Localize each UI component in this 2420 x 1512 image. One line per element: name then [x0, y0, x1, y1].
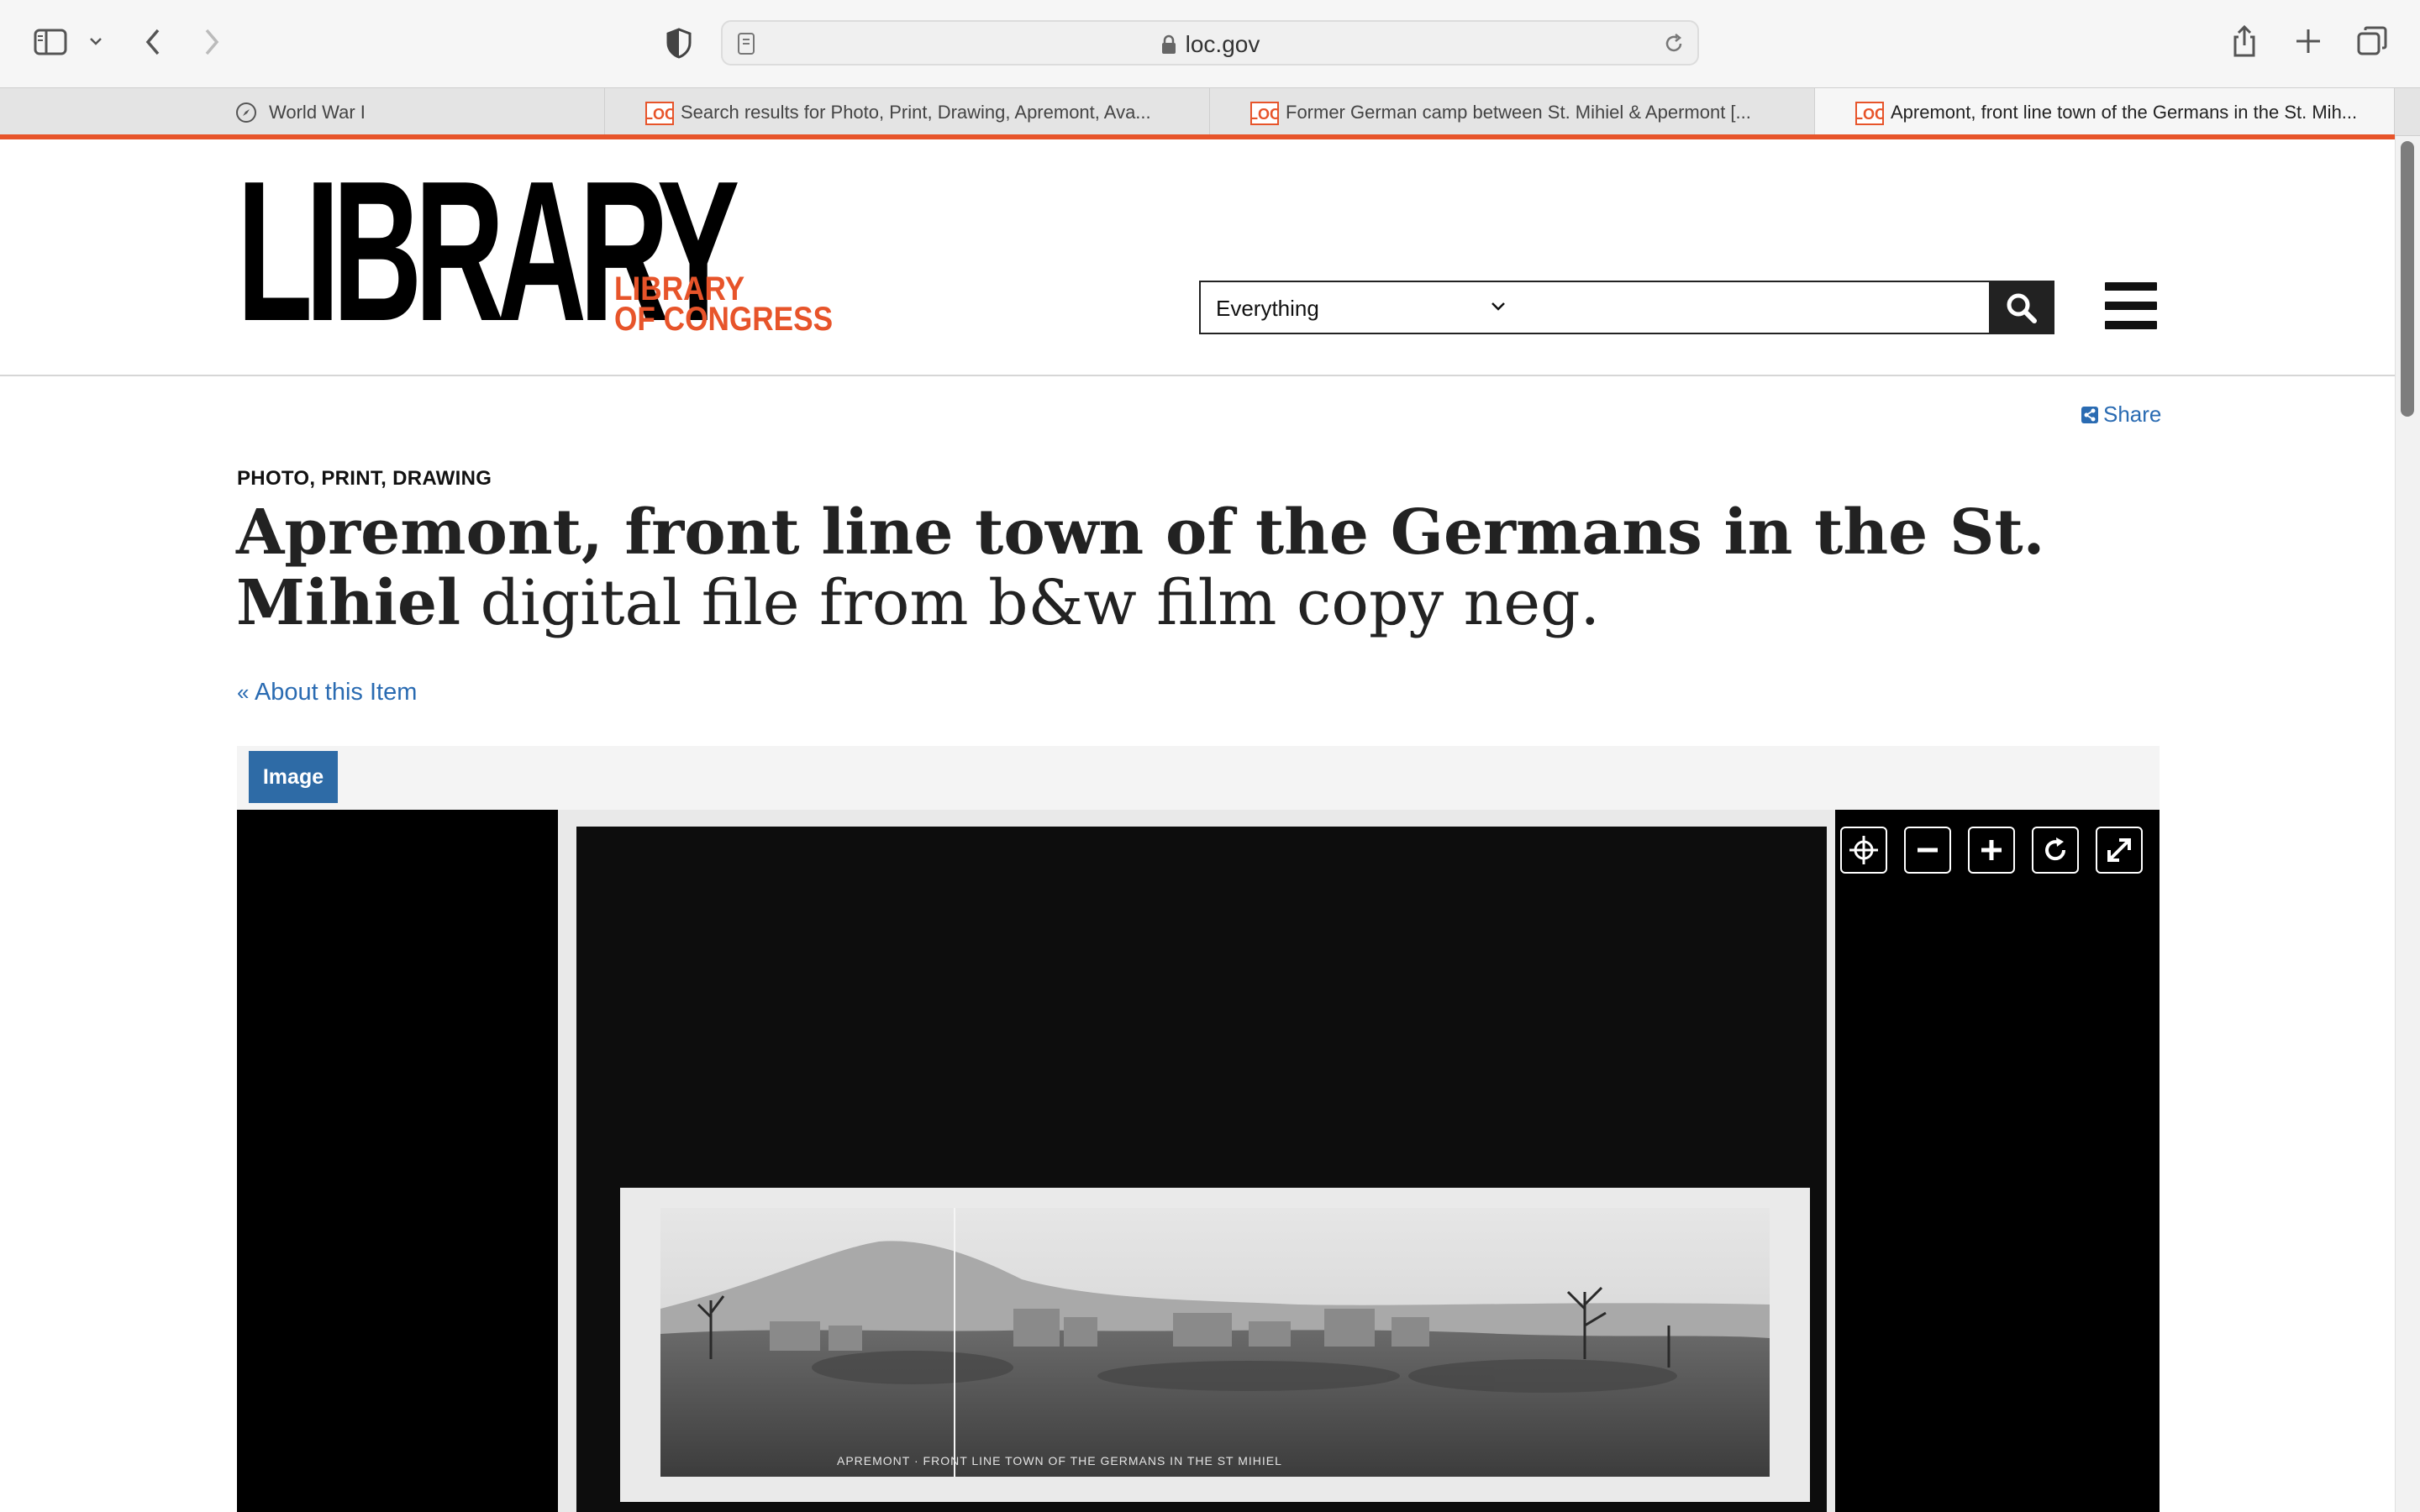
share-link[interactable]: Share: [2081, 402, 2161, 428]
tab-former-german-camp[interactable]: LOC Former German camp between St. Mihie…: [1210, 88, 1815, 136]
format-label: PHOTO, PRINT, DRAWING: [237, 467, 492, 490]
tab-label: Apremont, front line town of the Germans…: [1891, 102, 2358, 123]
address-bar[interactable]: loc.gov: [721, 20, 1699, 66]
zoom-out-button[interactable]: [1904, 827, 1951, 874]
library-logo[interactable]: LIBRARY: [237, 152, 739, 352]
search-icon: [2006, 292, 2038, 328]
tab-overview-icon[interactable]: [2356, 25, 2388, 61]
image-viewer[interactable]: APREMONT · FRONT LINE TOWN OF THE GERMAN…: [237, 810, 2160, 1512]
header-divider: [0, 375, 2395, 376]
tab-label: World War I: [269, 102, 366, 123]
url-label: loc.gov: [1185, 31, 1260, 57]
chevron-down-icon: [1490, 301, 1507, 317]
sidebar-toggle-icon[interactable]: [34, 29, 67, 60]
tab-search-results[interactable]: LOC Search results for Photo, Print, Dra…: [605, 88, 1210, 136]
plus-icon: [1981, 840, 2002, 860]
rotate-icon: [2045, 837, 2066, 861]
title-subtitle: digital file from b&w film copy neg.: [460, 567, 1600, 639]
double-chevron-left-icon: «: [237, 680, 250, 705]
panoramic-photo: APREMONT · FRONT LINE TOWN OF THE GERMAN…: [620, 1188, 1810, 1502]
photo-image: APREMONT · FRONT LINE TOWN OF THE GERMAN…: [660, 1208, 1770, 1477]
library-of-congress-logo[interactable]: LIBRARY OF CONGRESS: [614, 270, 834, 338]
tab-bar: World War I LOC Search results for Photo…: [0, 87, 2420, 136]
negative-background: APREMONT · FRONT LINE TOWN OF THE GERMAN…: [576, 827, 1827, 1512]
svg-text:LOC: LOC: [1250, 106, 1279, 123]
about-link-label: About this Item: [254, 679, 418, 706]
browser-toolbar: loc.gov: [0, 0, 2420, 87]
back-icon[interactable]: [143, 27, 163, 61]
tab-label: Former German camp between St. Mihiel & …: [1286, 102, 1751, 123]
loc-favicon-icon: LOC: [1249, 102, 1281, 130]
tab-world-war-i[interactable]: World War I: [0, 88, 605, 136]
svg-text:LOC: LOC: [645, 106, 674, 123]
zoom-in-button[interactable]: [1968, 827, 2015, 874]
search-input[interactable]: [1520, 281, 1991, 334]
share-label: Share: [2103, 402, 2162, 427]
scanned-negative: APREMONT · FRONT LINE TOWN OF THE GERMAN…: [558, 810, 1835, 1512]
crosshair-icon: [1849, 836, 1878, 864]
url-text: loc.gov: [723, 31, 1697, 58]
loc-favicon-icon: LOC: [644, 102, 676, 130]
search-scope-select[interactable]: Everything: [1199, 281, 1522, 334]
share-icon: [2081, 407, 2098, 423]
minus-icon: [1918, 848, 1938, 853]
recenter-button[interactable]: [1840, 827, 1887, 874]
lock-icon: [1161, 34, 1176, 54]
scrollbar-thumb[interactable]: [2401, 141, 2414, 417]
about-this-item-link[interactable]: « About this Item: [237, 679, 417, 706]
page-title: Apremont, front line town of the Germans…: [236, 497, 2169, 638]
svg-text:APREMONT · FRONT LINE TOWN OF: APREMONT · FRONT LINE TOWN OF THE GERMAN…: [837, 1454, 1282, 1467]
expand-icon: [2107, 838, 2131, 862]
viewer-tab-bar: Image: [237, 746, 2160, 810]
forward-icon[interactable]: [202, 27, 222, 61]
tab-apremont[interactable]: LOC Apremont, front line town of the Ger…: [1815, 88, 2395, 136]
tab-label: Search results for Photo, Print, Drawing…: [681, 102, 1151, 123]
compass-icon: [235, 102, 257, 129]
logo-line-1: LIBRARY: [614, 270, 745, 307]
share-icon[interactable]: [2232, 24, 2257, 63]
logo-line-2: OF CONGRESS: [614, 301, 834, 338]
search-scope-value: Everything: [1216, 296, 1319, 321]
search-button[interactable]: [1989, 281, 2054, 334]
accent-bar: [0, 134, 2395, 139]
chevron-down-icon[interactable]: [87, 35, 104, 51]
menu-icon[interactable]: [2105, 282, 2157, 329]
reload-icon[interactable]: [1662, 32, 1686, 60]
new-tab-icon[interactable]: [2294, 27, 2323, 60]
rotate-button[interactable]: [2032, 827, 2079, 874]
loc-favicon-icon: LOC: [1854, 102, 1886, 130]
fullscreen-button[interactable]: [2096, 827, 2143, 874]
tab-image[interactable]: Image: [249, 751, 338, 803]
svg-text:LOC: LOC: [1855, 106, 1884, 123]
privacy-shield-icon[interactable]: [666, 27, 692, 63]
